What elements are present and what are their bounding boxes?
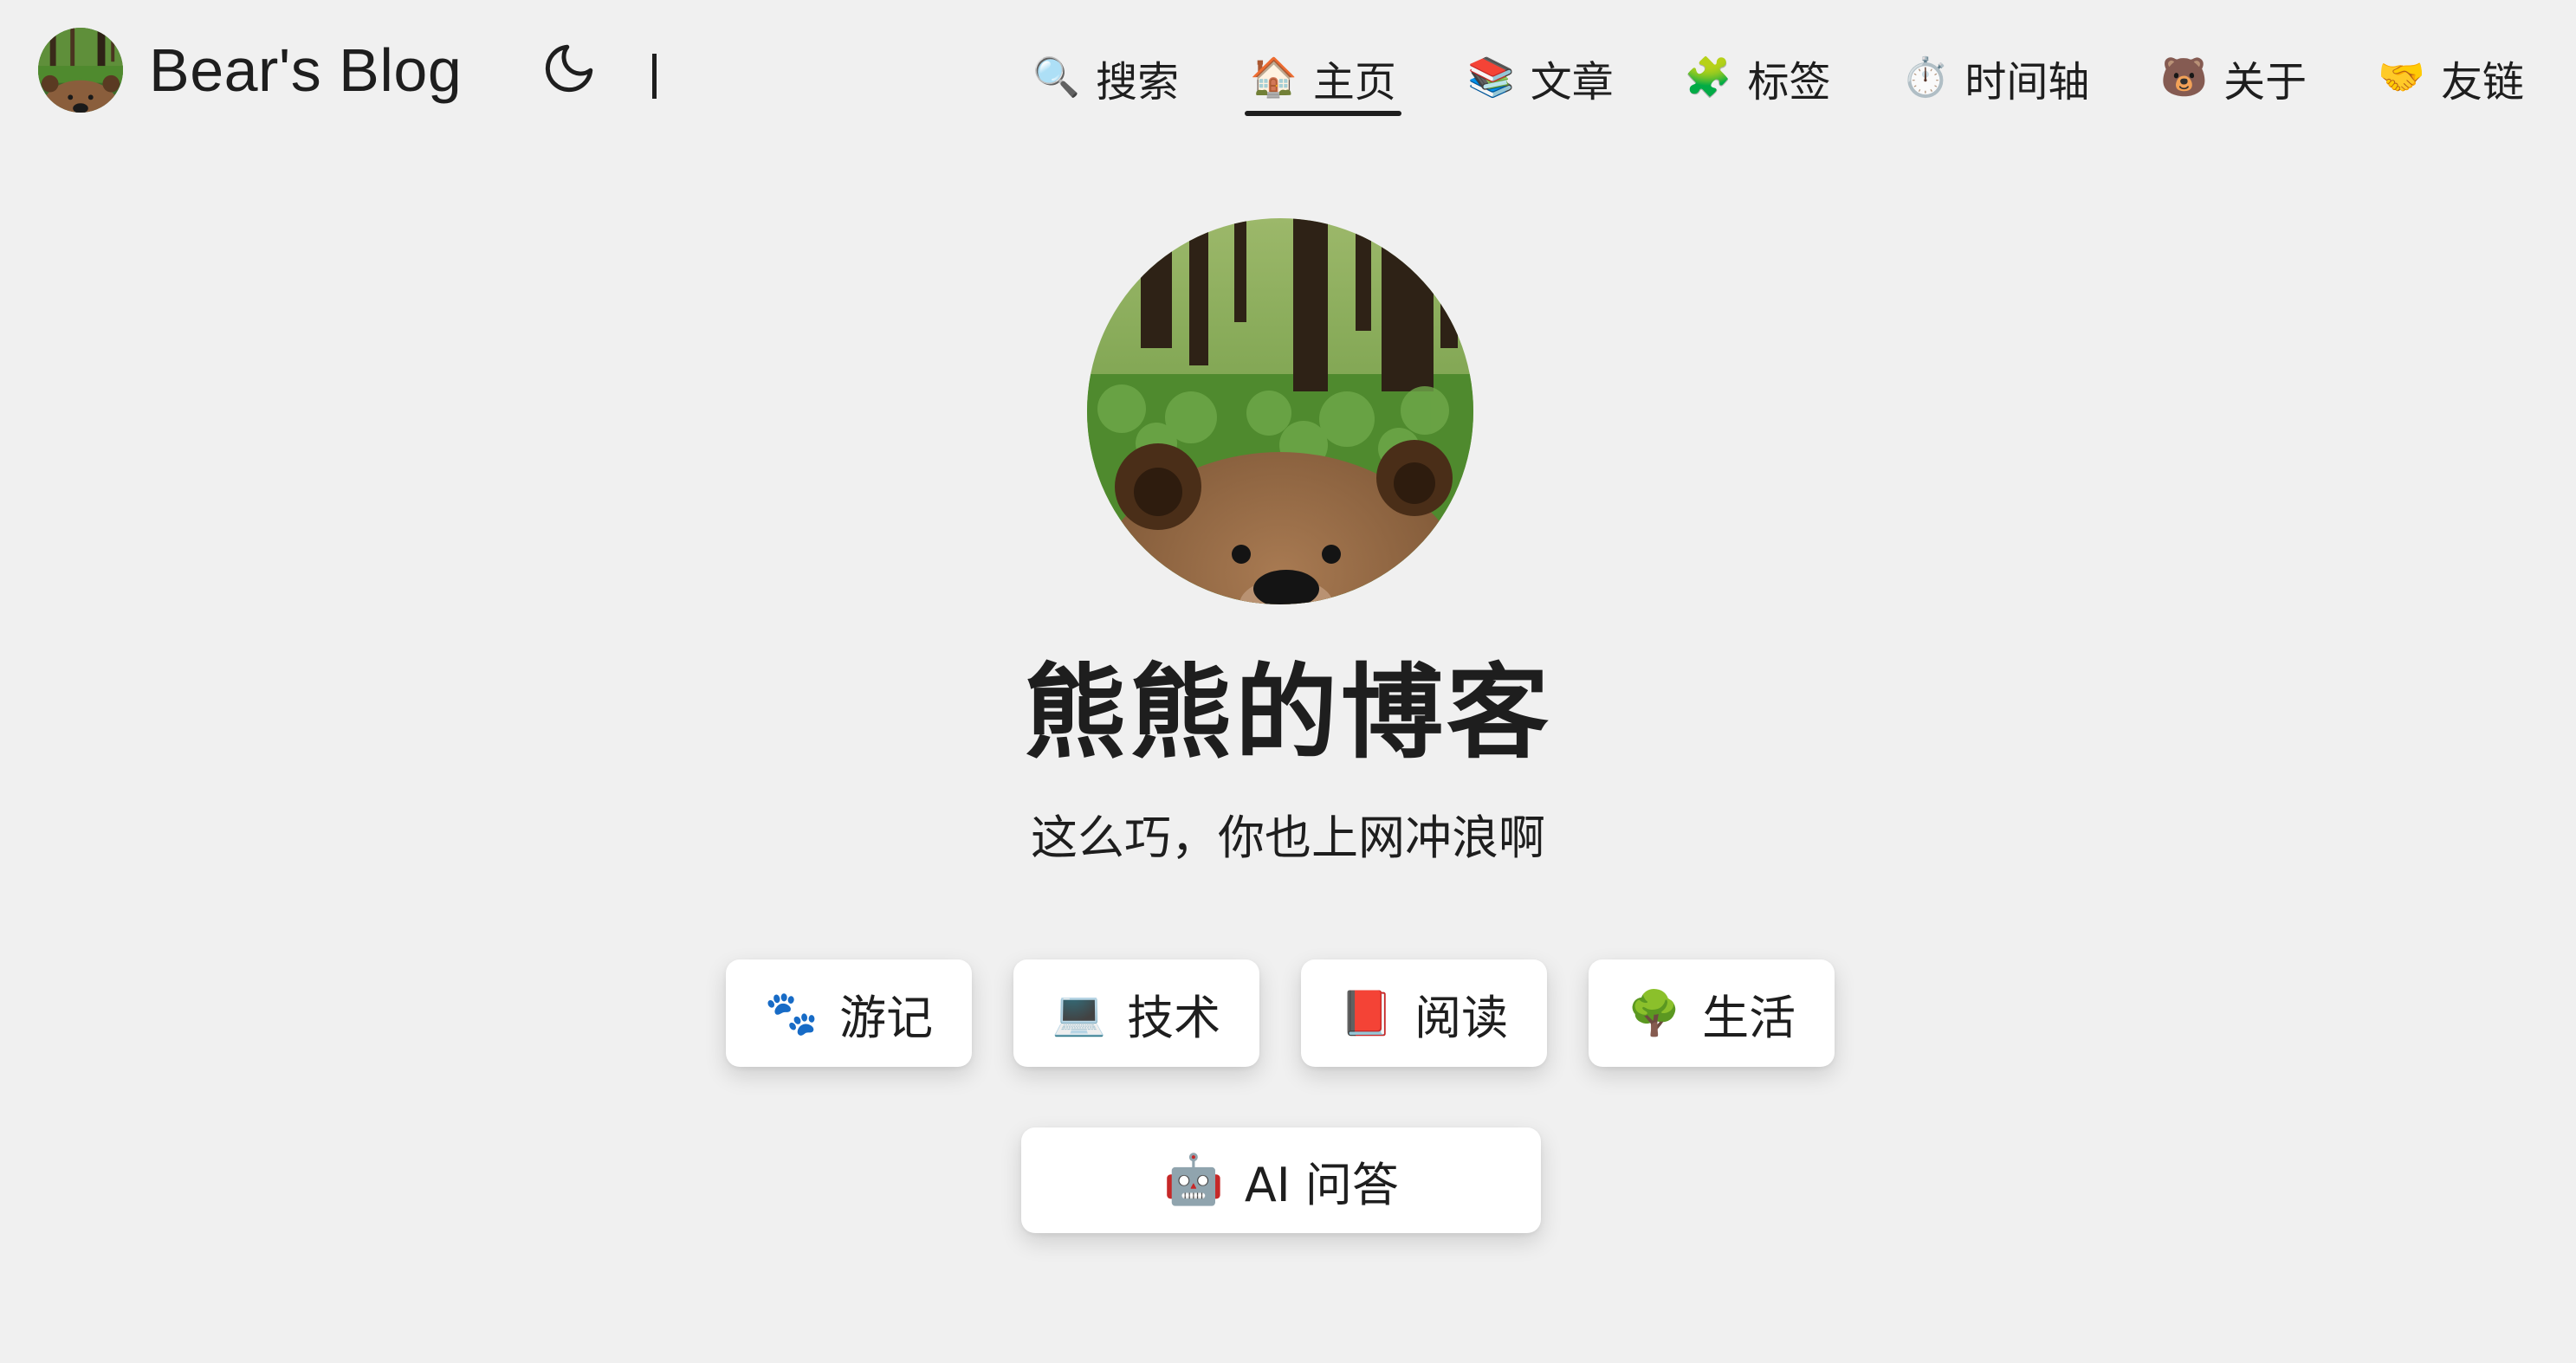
robot-icon: 🤖 bbox=[1163, 1152, 1224, 1208]
home-icon: 🏠 bbox=[1250, 55, 1298, 100]
hero-avatar bbox=[1087, 218, 1473, 604]
category-label: 阅读 bbox=[1414, 990, 1509, 1045]
category-tech-button[interactable]: 💻 技术 bbox=[1013, 959, 1259, 1067]
laptop-icon: 💻 bbox=[1052, 988, 1107, 1038]
page: Bear's Blog 🔍 搜索 🏠 主页 📚 文章 🧩 标签 ⏱️ 时间轴 🐻… bbox=[0, 0, 2576, 1363]
books-icon: 📚 bbox=[1466, 55, 1515, 100]
stopwatch-icon: ⏱️ bbox=[1901, 55, 1950, 100]
category-life-button[interactable]: 🌳 生活 bbox=[1589, 959, 1835, 1067]
main-nav: 🔍 搜索 🏠 主页 📚 文章 🧩 标签 ⏱️ 时间轴 🐻 关于 🤝 友链 bbox=[1032, 35, 2524, 121]
category-label: 游记 bbox=[839, 990, 934, 1045]
nav-item-friends[interactable]: 🤝 友链 bbox=[2378, 35, 2524, 121]
nav-item-posts[interactable]: 📚 文章 bbox=[1467, 35, 1614, 121]
book-icon: 📕 bbox=[1339, 988, 1395, 1038]
category-label: 生活 bbox=[1702, 990, 1796, 1045]
nav-item-label: 关于 bbox=[2223, 58, 2307, 107]
nav-item-home[interactable]: 🏠 主页 bbox=[1245, 35, 1401, 121]
nav-item-label: 文章 bbox=[1530, 58, 1614, 107]
header-divider bbox=[652, 54, 657, 99]
moon-icon bbox=[540, 40, 598, 100]
site-logo-link[interactable]: Bear's Blog bbox=[38, 28, 462, 113]
site-avatar bbox=[38, 28, 123, 113]
nav-item-label: 标签 bbox=[1747, 58, 1831, 107]
header: Bear's Blog 🔍 搜索 🏠 主页 📚 文章 🧩 标签 ⏱️ 时间轴 🐻… bbox=[0, 0, 2576, 152]
nav-item-search[interactable]: 🔍 搜索 bbox=[1032, 35, 1179, 121]
nav-item-tags[interactable]: 🧩 标签 bbox=[1685, 35, 1831, 121]
nav-item-label: 搜索 bbox=[1096, 58, 1180, 107]
category-reading-button[interactable]: 📕 阅读 bbox=[1301, 959, 1547, 1067]
puzzle-icon: 🧩 bbox=[1684, 55, 1732, 100]
category-travel-button[interactable]: 🐾 游记 bbox=[726, 959, 972, 1067]
tree-icon: 🌳 bbox=[1627, 988, 1682, 1038]
nav-item-about[interactable]: 🐻 关于 bbox=[2160, 35, 2307, 121]
category-buttons: 🐾 游记 💻 技术 📕 阅读 🌳 生活 bbox=[726, 959, 1835, 1067]
theme-toggle-button[interactable] bbox=[537, 38, 601, 102]
search-icon: 🔍 bbox=[1032, 55, 1081, 100]
hero-subtitle: 这么巧，你也上网冲浪啊 bbox=[1031, 811, 1545, 865]
category-label: 技术 bbox=[1127, 990, 1221, 1045]
ai-qa-label: AI 问答 bbox=[1244, 1157, 1399, 1212]
bear-icon: 🐻 bbox=[2160, 55, 2209, 100]
nav-item-label: 友链 bbox=[2440, 58, 2524, 107]
ai-qa-button[interactable]: 🤖 AI 问答 bbox=[1021, 1127, 1541, 1233]
nav-item-timeline[interactable]: ⏱️ 时间轴 bbox=[1902, 35, 2090, 121]
hero-title: 熊熊的博客 bbox=[1023, 653, 1552, 772]
nav-item-label: 主页 bbox=[1312, 58, 1396, 107]
site-title: Bear's Blog bbox=[149, 36, 463, 104]
paw-prints-icon: 🐾 bbox=[764, 988, 819, 1038]
nav-item-label: 时间轴 bbox=[1964, 58, 2090, 107]
handshake-icon: 🤝 bbox=[2378, 55, 2425, 100]
